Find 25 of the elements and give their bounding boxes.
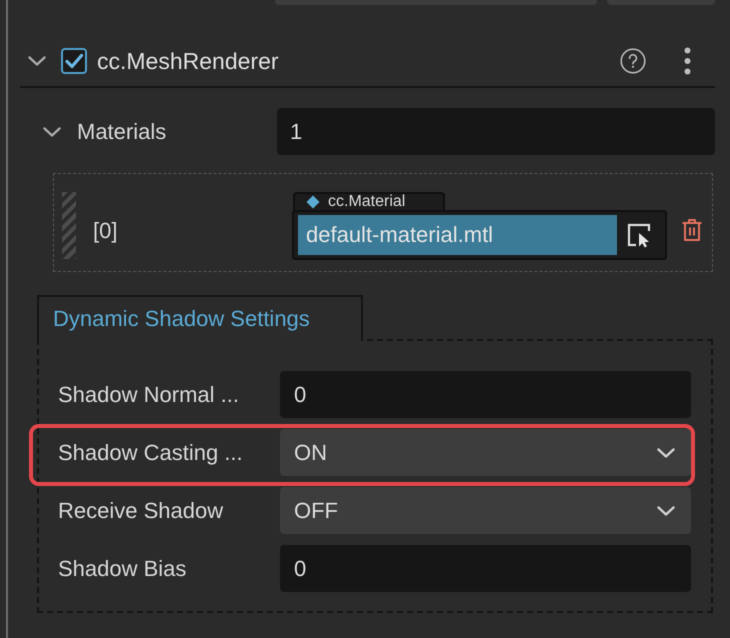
component-title: cc.MeshRenderer <box>97 48 279 74</box>
chevron-icon[interactable] <box>43 126 61 136</box>
help-icon[interactable] <box>620 48 646 74</box>
number-field[interactable]: 1 <box>277 108 715 155</box>
asset-field[interactable]: default-material.mtl <box>298 215 617 255</box>
dropdown[interactable]: ON <box>280 429 691 476</box>
number-field[interactable]: 0 <box>280 371 691 418</box>
trash-icon[interactable] <box>681 218 703 242</box>
number-field[interactable]: 0 <box>280 545 691 592</box>
more-icon[interactable] <box>684 47 691 75</box>
item-index: [0] <box>93 217 118 245</box>
section-tab[interactable]: Dynamic Shadow Settings <box>37 295 363 341</box>
asset-type-label: cc.Material <box>328 194 406 210</box>
frame-cursor-icon <box>626 222 652 248</box>
property-label: Shadow Casting ... <box>58 440 244 466</box>
chevron-icon[interactable] <box>28 56 46 66</box>
property-label: Materials <box>77 118 168 144</box>
checkbox[interactable] <box>61 48 87 74</box>
property-label: Shadow Bias <box>58 556 188 582</box>
drag-handle[interactable] <box>62 192 76 259</box>
chevron-down-icon <box>657 448 675 458</box>
property-label: Receive Shadow <box>58 498 224 524</box>
property-label: Shadow Normal ... <box>58 382 240 408</box>
chevron-down-icon <box>657 506 675 516</box>
dropdown[interactable]: OFF <box>280 487 691 534</box>
